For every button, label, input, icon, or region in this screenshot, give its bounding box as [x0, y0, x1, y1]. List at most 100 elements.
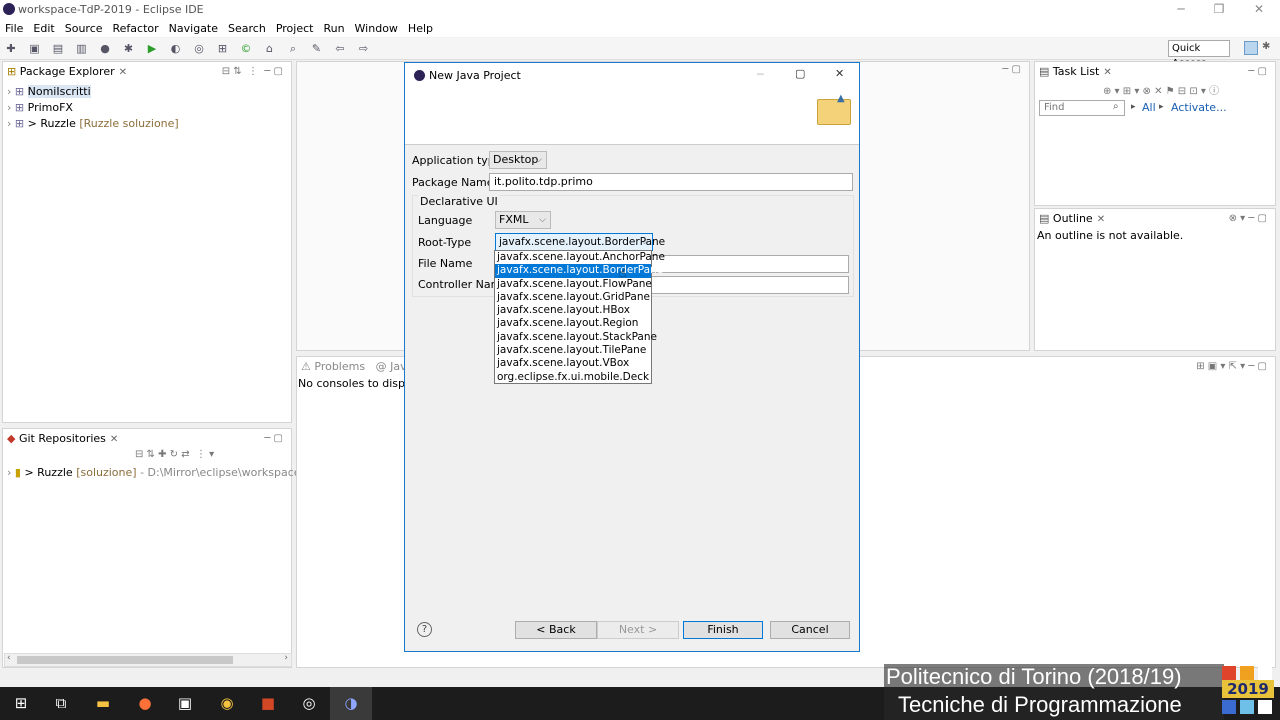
app-icon[interactable]: ▣ — [164, 687, 206, 720]
git-icon: ◆ — [7, 432, 16, 445]
maximize-button[interactable]: ❐ — [1204, 2, 1234, 16]
dropdown-option-deck[interactable]: org.eclipse.fx.ui.mobile.Deck — [495, 371, 651, 384]
menu-source[interactable]: Source — [60, 20, 108, 37]
close-icon[interactable]: ✕ — [110, 434, 118, 445]
new-icon[interactable]: ✚ — [3, 41, 19, 57]
editor-controls[interactable]: ─ ▢ — [1002, 64, 1021, 75]
debug-icon[interactable]: ✱ — [121, 41, 137, 57]
perspective-debug-icon[interactable]: ✱ — [1262, 41, 1276, 55]
view-controls[interactable]: ─ ▢ — [264, 429, 283, 449]
close-icon[interactable]: ✕ — [1097, 214, 1105, 225]
dropdown-option-stackpane[interactable]: javafx.scene.layout.StackPane — [495, 331, 657, 344]
application-type-select[interactable]: Desktop ⌵ — [489, 151, 547, 169]
dropdown-option-borderpane[interactable]: javafx.scene.layout.BorderPane — [495, 264, 663, 278]
file-explorer-icon[interactable]: ▬ — [82, 687, 124, 720]
menu-navigate[interactable]: Navigate — [164, 20, 223, 37]
all-link[interactable]: All — [1142, 101, 1156, 114]
declarative-ui-label: Declarative UI — [418, 195, 500, 208]
chevron-right-icon: ▸ — [1131, 102, 1136, 112]
dialog-title: New Java Project — [429, 69, 521, 82]
outlook-icon[interactable]: ◉ — [206, 687, 248, 720]
dropdown-option-tilepane[interactable]: javafx.scene.layout.TilePane — [495, 344, 651, 357]
cancel-button[interactable]: Cancel — [770, 621, 850, 639]
firefox-icon[interactable]: ● — [124, 687, 166, 720]
powerpoint-icon[interactable]: ■ — [247, 687, 289, 720]
perspective-java-icon[interactable] — [1244, 41, 1258, 55]
new-package-icon[interactable]: ⊞ — [215, 41, 231, 57]
dropdown-option-gridpane[interactable]: javafx.scene.layout.GridPane — [495, 291, 651, 304]
git-repo-branch: [soluzione] — [76, 466, 137, 479]
tree-item[interactable]: › ⊞ > Ruzzle [Ruzzle soluzione] — [7, 116, 291, 132]
dropdown-option-anchorpane[interactable]: javafx.scene.layout.AnchorPane — [495, 251, 665, 264]
scroll-right-icon[interactable]: › — [284, 653, 288, 663]
language-select[interactable]: FXML ⌵ — [495, 211, 551, 229]
git-repo-item[interactable]: › ▮ > Ruzzle [soluzione] - D:\Mirror\ecl… — [3, 465, 342, 481]
maximize-icon[interactable]: ▢ — [795, 67, 805, 80]
windows-icon[interactable]: ⊞ — [0, 687, 42, 720]
annotation-icon[interactable]: ✎ — [309, 41, 325, 57]
close-button[interactable]: ✕ — [1244, 2, 1274, 16]
tab-package-explorer[interactable]: ⊞ Package Explorer ✕ ⊟ ⇅ ⋮ ─ ▢ — [3, 62, 291, 82]
horizontal-scrollbar[interactable]: ‹ › — [4, 653, 292, 667]
activate-link[interactable]: Activate... — [1171, 101, 1227, 114]
obs-icon[interactable]: ◎ — [288, 687, 330, 720]
save-icon[interactable]: ▣ — [27, 41, 43, 57]
menu-file[interactable]: File — [0, 20, 28, 37]
minimize-button[interactable]: ─ — [1166, 2, 1196, 16]
menu-bar: File Edit Source Refactor Navigate Search Proj… — [0, 20, 1280, 37]
eclipse-taskbar-icon[interactable]: ◑ — [330, 687, 372, 720]
tab-outline[interactable]: ▤ Outline ✕ ⊗ ▾ ─ ▢ — [1035, 209, 1275, 229]
back-icon[interactable]: ⇦ — [332, 41, 348, 57]
dropdown-option-vbox[interactable]: javafx.scene.layout.VBox — [495, 357, 651, 370]
tree-item-label: NomiIscritti — [27, 85, 91, 98]
new-class-icon[interactable]: © — [238, 41, 254, 57]
print-icon[interactable]: ▥ — [74, 41, 90, 57]
quick-access-input[interactable]: Quick Access — [1168, 40, 1230, 69]
dropdown-option-region[interactable]: javafx.scene.layout.Region — [495, 317, 651, 330]
forward-icon[interactable]: ⇨ — [356, 41, 372, 57]
close-icon[interactable]: ✕ — [1103, 67, 1111, 78]
dropdown-option-hbox[interactable]: javafx.scene.layout.HBox — [495, 304, 651, 317]
external-tools-icon[interactable]: ◎ — [191, 41, 207, 57]
save-all-icon[interactable]: ▤ — [50, 41, 66, 57]
dropdown-option-flowpane[interactable]: javafx.scene.layout.FlowPane — [495, 278, 652, 291]
tree-item-label: PrimoFX — [27, 101, 73, 114]
next-button[interactable]: Next > — [597, 621, 679, 639]
eclipse-icon — [3, 3, 15, 15]
coverage-icon[interactable]: ◐ — [168, 41, 184, 57]
task-view-icon[interactable]: ⧉ — [40, 687, 82, 720]
root-type-select[interactable]: javafx.scene.layout.BorderPane ⌵ — [495, 233, 665, 251]
package-name-input[interactable]: it.polito.tdp.primo — [489, 173, 853, 191]
view-controls[interactable]: ⊟ ⇅ ⋮ ─ ▢ — [222, 62, 283, 82]
minimize-icon[interactable]: ─ — [757, 68, 764, 81]
open-type-icon[interactable]: ⌂ — [262, 41, 278, 57]
menu-help[interactable]: Help — [403, 20, 438, 37]
tab-task-list[interactable]: ▤ Task List ✕ ─ ▢ — [1035, 62, 1275, 82]
menu-refactor[interactable]: Refactor — [108, 20, 164, 37]
menu-run[interactable]: Run — [318, 20, 349, 37]
menu-search[interactable]: Search — [223, 20, 271, 37]
run-icon[interactable]: ▶ — [144, 41, 160, 57]
tab-problems[interactable]: Problems — [314, 360, 365, 373]
git-toolbar[interactable]: ⊟ ⇅ ✚ ↻ ⇄ ⋮ ▾ — [3, 449, 291, 465]
dialog-close-icon[interactable]: ✕ — [835, 67, 844, 80]
menu-edit[interactable]: Edit — [28, 20, 59, 37]
scroll-left-icon[interactable]: ‹ — [7, 653, 11, 663]
tab-git-repositories[interactable]: ◆ Git Repositories ✕ ─ ▢ — [3, 429, 291, 449]
scroll-thumb[interactable] — [17, 656, 233, 664]
console-controls[interactable]: ⊞ ▣ ▾ ⇱ ▾ ─ ▢ — [1196, 357, 1267, 377]
menu-project[interactable]: Project — [271, 20, 319, 37]
view-controls[interactable]: ⊗ ▾ ─ ▢ — [1229, 209, 1267, 229]
menu-window[interactable]: Window — [350, 20, 403, 37]
git-repositories-panel: ◆ Git Repositories ✕ ─ ▢ ⊟ ⇅ ✚ ↻ ⇄ ⋮ ▾ › … — [2, 428, 342, 668]
finish-button[interactable]: Finish — [683, 621, 763, 639]
close-icon[interactable]: ✕ — [119, 67, 127, 78]
task-list-toolbar[interactable]: ⊕ ▾ ⊞ ▾ ⊗ ✕ ⚑ ⊟ ⊡ ▾ ⓘ — [1035, 82, 1275, 100]
help-icon[interactable]: ? — [417, 622, 432, 637]
tree-item[interactable]: › ⊞ NomiIscritti — [7, 84, 291, 100]
view-controls[interactable]: ─ ▢ — [1248, 62, 1267, 82]
tree-item[interactable]: › ⊞ PrimoFX — [7, 100, 291, 116]
back-button[interactable]: < Back — [515, 621, 597, 639]
skip-breakpoints-icon[interactable]: ● — [97, 41, 113, 57]
search-icon[interactable]: ⌕ — [285, 41, 301, 57]
